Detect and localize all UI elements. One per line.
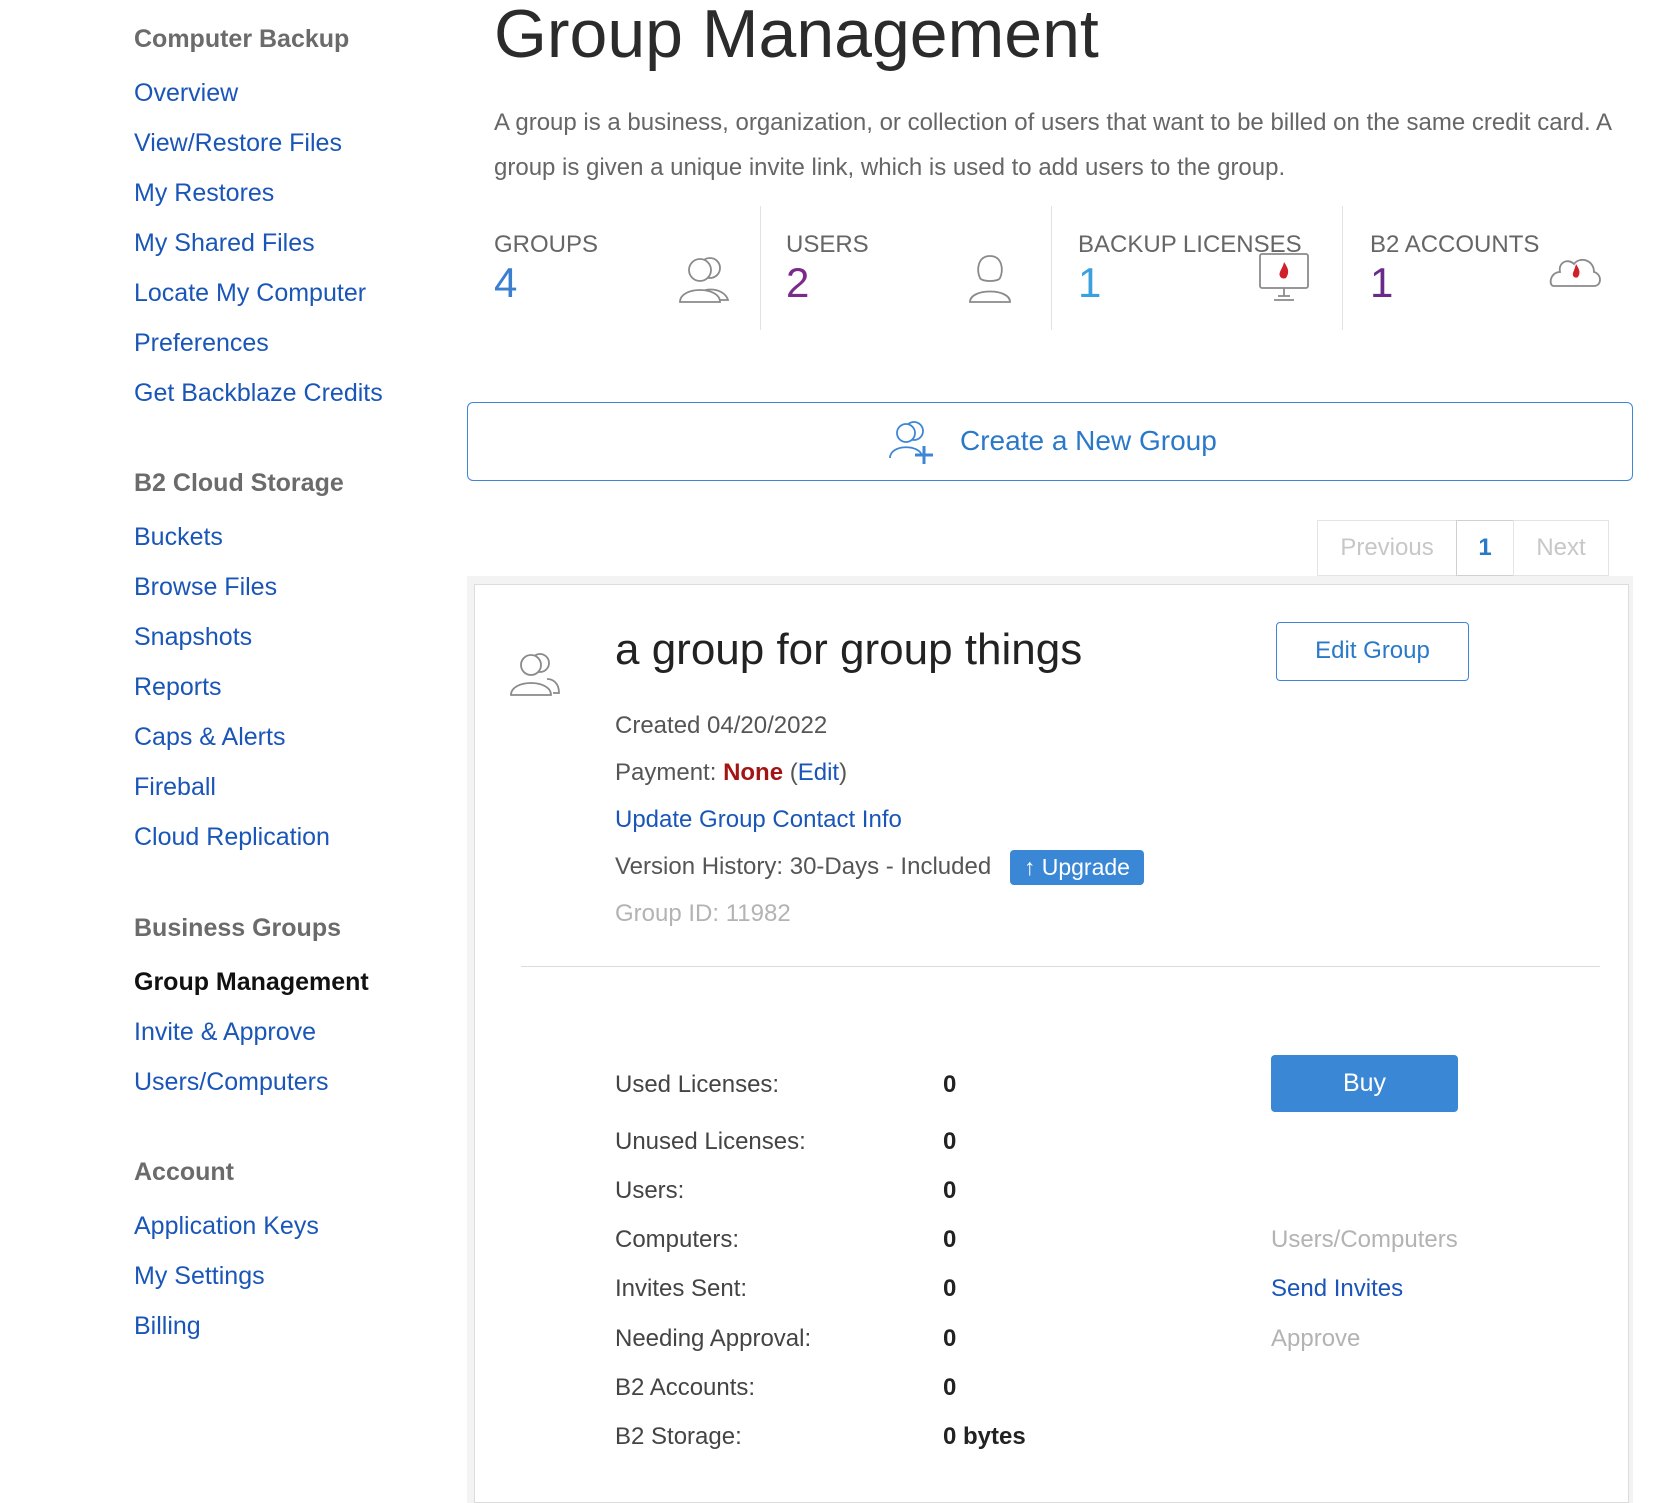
row-label-computers: Computers: [615, 1226, 740, 1253]
row-label-unused-licenses: Unused Licenses: [615, 1128, 806, 1155]
sidebar-heading-computer-backup: Computer Backup [134, 25, 350, 53]
page-description: A group is a business, organization, or … [494, 109, 1611, 181]
sidebar-item-invite-approve[interactable]: Invite & Approve [134, 1017, 316, 1047]
sidebar-item-buckets[interactable]: Buckets [134, 522, 223, 552]
sidebar-item-my-shared-files[interactable]: My Shared Files [134, 228, 315, 258]
page-title: Group Management [494, 0, 1099, 72]
row-value-invites-sent: 0 [943, 1275, 957, 1302]
sidebar-item-fireball[interactable]: Fireball [134, 772, 216, 802]
sidebar-item-my-restores[interactable]: My Restores [134, 178, 274, 208]
row-value-b2-accounts: 0 [943, 1374, 957, 1401]
row-value-computers: 0 [943, 1226, 957, 1253]
payment-label: Payment: [615, 759, 717, 786]
stat-groups-label: GROUPS [494, 231, 599, 258]
buy-button[interactable]: Buy [1271, 1055, 1458, 1112]
version-history: Version History: 30-Days - Included ↑ Up… [615, 850, 1144, 885]
row-value-used-licenses: 0 [943, 1071, 957, 1098]
stat-groups: GROUPS 4 [494, 206, 786, 330]
stat-users-label: USERS [786, 231, 869, 258]
row-value-b2-storage: 0 bytes [943, 1423, 1026, 1450]
row-label-b2-accounts: B2 Accounts: [615, 1374, 756, 1401]
sidebar-item-cloud-replication[interactable]: Cloud Replication [134, 822, 330, 852]
sidebar-item-reports[interactable]: Reports [134, 672, 222, 702]
stat-users-value: 2 [786, 259, 810, 306]
sidebar-item-locate-my-computer[interactable]: Locate My Computer [134, 278, 366, 308]
group-card: a group for group things Edit Group Crea… [474, 584, 1629, 1503]
sidebar-item-caps-alerts[interactable]: Caps & Alerts [134, 722, 285, 752]
sidebar-item-group-management[interactable]: Group Management [134, 967, 369, 997]
sidebar-heading-business-groups: Business Groups [134, 914, 341, 942]
stat-groups-value: 4 [494, 259, 518, 306]
group-name: a group for group things [615, 625, 1083, 674]
sidebar-item-preferences[interactable]: Preferences [134, 328, 269, 358]
create-new-group-label: Create a New Group [960, 425, 1217, 456]
row-value-unused-licenses: 0 [943, 1128, 957, 1155]
stat-b2-accounts: B2 ACCOUNTS 1 [1370, 206, 1662, 330]
group-created: Created 04/20/2022 [615, 712, 828, 739]
stat-backup-licenses: BACKUP LICENSES 1 [1078, 206, 1370, 330]
stat-users: USERS 2 [786, 206, 1078, 330]
sidebar-item-billing[interactable]: Billing [134, 1311, 201, 1341]
edit-group-button[interactable]: Edit Group [1276, 622, 1469, 681]
payment-value: None [723, 759, 784, 786]
stat-b2-accounts-value: 1 [1370, 259, 1394, 306]
sidebar-item-my-settings[interactable]: My Settings [134, 1261, 265, 1291]
upgrade-button[interactable]: ↑ Upgrade [1009, 850, 1144, 885]
stat-backup-licenses-value: 1 [1078, 259, 1102, 306]
sidebar-item-browse-files[interactable]: Browse Files [134, 572, 277, 602]
version-history-text: Version History: 30-Days - Included [615, 852, 992, 880]
pagination-next[interactable]: Next [1513, 520, 1609, 576]
users-computers-link[interactable]: Users/Computers [1271, 1226, 1458, 1254]
pagination-previous[interactable]: Previous [1317, 520, 1457, 576]
payment-edit-link[interactable]: Edit [798, 759, 839, 786]
group-payment: Payment: None (Edit) [615, 759, 848, 786]
group-id: Group ID: 11982 [615, 900, 791, 927]
cloud-flame-icon [1546, 250, 1602, 295]
update-group-contact-link[interactable]: Update Group Contact Info [615, 806, 902, 834]
group-avatar-icon [509, 649, 561, 702]
row-label-used-licenses: Used Licenses: [615, 1071, 780, 1098]
group-user-icon [676, 252, 732, 309]
stats-bar: GROUPS 4 USERS 2 BACKUP LICENSES 1 B2 AC… [494, 206, 1614, 330]
stat-b2-accounts-label: B2 ACCOUNTS [1370, 231, 1540, 258]
row-label-b2-storage: B2 Storage: [615, 1423, 742, 1450]
sidebar-item-view-restore-files[interactable]: View/Restore Files [134, 128, 342, 158]
sidebar-item-overview[interactable]: Overview [134, 78, 238, 108]
row-label-needing-approval: Needing Approval: [615, 1325, 812, 1352]
add-group-icon [888, 418, 936, 471]
card-divider [521, 966, 1600, 967]
sidebar-item-users-computers[interactable]: Users/Computers [134, 1067, 329, 1097]
sidebar-heading-account: Account [134, 1158, 234, 1186]
sidebar-heading-b2-cloud-storage: B2 Cloud Storage [134, 469, 344, 497]
sidebar-item-get-backblaze-credits[interactable]: Get Backblaze Credits [134, 378, 383, 408]
create-new-group-button[interactable]: Create a New Group [467, 402, 1633, 481]
send-invites-link[interactable]: Send Invites [1271, 1275, 1403, 1303]
user-icon [966, 252, 1014, 311]
approve-link[interactable]: Approve [1271, 1325, 1360, 1353]
pagination-page-1[interactable]: 1 [1456, 520, 1514, 576]
sidebar-item-application-keys[interactable]: Application Keys [134, 1211, 319, 1241]
row-label-invites-sent: Invites Sent: [615, 1275, 748, 1302]
row-value-users: 0 [943, 1177, 957, 1204]
sidebar-item-snapshots[interactable]: Snapshots [134, 622, 252, 652]
row-label-users: Users: [615, 1177, 685, 1204]
row-value-needing-approval: 0 [943, 1325, 957, 1352]
monitor-flame-icon [1258, 252, 1310, 307]
